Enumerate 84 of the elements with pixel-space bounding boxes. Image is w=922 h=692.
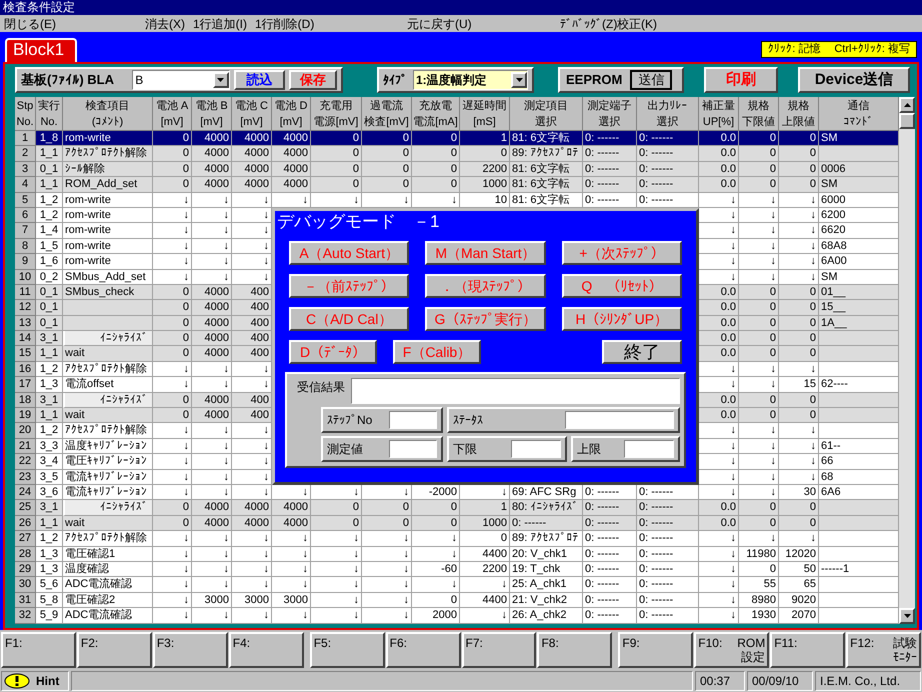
dialog-title: デバッグモード －1 [276,211,440,233]
board-label: 基板(ﾌｧｲﾙ) BLA [21,71,115,90]
row-number: 13 [15,316,36,332]
table-cell: ｲﾆｼｬﾗｲｽﾞ [63,500,153,516]
row-number: 1 [15,131,36,146]
row-number: 10 [15,270,36,285]
row-number: 15 [15,346,36,362]
row-number: 9 [15,254,36,270]
table-cell: ↓ [272,608,311,624]
column-header: 出力ﾘﾚｰ 選択 [637,97,699,131]
field-label: 下限 [453,441,478,458]
row-number: 29 [15,562,36,578]
table-cell: 1930 [739,608,779,624]
row-number: 18 [15,392,36,408]
row-number: 21 [15,438,36,454]
column-header: 電池 A [mV] [153,97,192,131]
row-number: 20 [15,423,36,439]
column-header: 電池 C [mV] [232,97,272,131]
column-header: 規格 下限値 [739,97,779,131]
field-label: 上限 [577,441,602,458]
hint-text: Ctrl+ｸﾘｯｸ: 複写 [834,42,910,56]
table-cell: ↓ [311,608,362,624]
column-header: 実行 No. [36,97,63,131]
table-cell: ↓ [699,608,739,624]
table-cell: 0: ------ [583,608,637,624]
table-cell: ↓ [362,608,412,624]
date-text: 00/09/10 [747,670,813,690]
hint-text: ｸﾘｯｸ: 記憶 [768,42,820,56]
row-number: 28 [15,546,36,562]
column-header: 補正量 UP[%] [699,97,739,131]
column-header: 遅延時間 [mS] [460,97,510,131]
company-text: I.E.M. Co., Ltd. [815,670,921,690]
row-number: 23 [15,470,36,485]
column-header: 測定項目 選択 [510,97,583,131]
column-header: 充電用 電源[mV] [311,97,362,131]
table-cell: 5_9 [36,608,63,624]
row-number: 7 [15,223,36,239]
row-number: 32 [15,608,36,624]
row-number: 24 [15,484,36,500]
row-number: 26 [15,516,36,532]
row-number: 2 [15,146,36,162]
row-number: 17 [15,377,36,393]
table-cell: ADC電流確認 [63,608,153,624]
row-number: 12 [15,300,36,316]
table-cell: 0: ------ [637,608,699,624]
hint-label: Hint [36,672,60,690]
column-header: 通信 ｺﾏﾝﾄﾞ [819,97,899,131]
table-cell: ↓ [460,608,510,624]
column-header: 検査項目 (ｺﾒﾝﾄ) [63,97,153,131]
column-header: 過電流 検査[mV] [362,97,412,131]
table-cell: ｲﾆｼｬﾗｲｽﾞ [63,392,153,408]
row-number: 8 [15,238,36,254]
row-number: 11 [15,284,36,300]
result-label: 受信結果 [296,379,346,396]
column-header: Stp No. [15,97,36,131]
table-cell: 2000 [412,608,460,624]
table-cell: ｲﾆｼｬﾗｲｽﾞ [63,331,153,346]
table-cell: 2070 [779,608,819,624]
row-number: 30 [15,577,36,593]
row-number: 5 [15,192,36,208]
column-header: 電池 D [mV] [272,97,311,131]
table-cell: ↓ [153,608,192,624]
column-header: 電池 B [mV] [192,97,232,131]
column-header: 測定端子 選択 [583,97,637,131]
window-title: 検査条件設定 [3,0,75,14]
time-text: 00:37 [695,670,745,690]
table-cell: ↓ [232,608,272,624]
row-number: 14 [15,331,36,346]
row-number: 6 [15,208,36,224]
row-number: 4 [15,177,36,193]
table-cell: ↓ [192,608,232,624]
field-label: 測定値 [327,441,364,458]
table-cell: 26: A_chk2 [510,608,583,624]
row-number: 22 [15,454,36,470]
row-number: 27 [15,531,36,547]
row-number: 3 [15,162,36,178]
type-label: ﾀｲﾌﾟ [383,72,407,89]
eeprom-label: EEPROM [566,71,622,90]
row-number: 19 [15,408,36,424]
row-number: 16 [15,362,36,378]
row-number: 25 [15,500,36,516]
column-header: 規格 上限値 [779,97,819,131]
row-number: 31 [15,592,36,608]
column-header: 充放電 電流[mA] [412,97,460,131]
